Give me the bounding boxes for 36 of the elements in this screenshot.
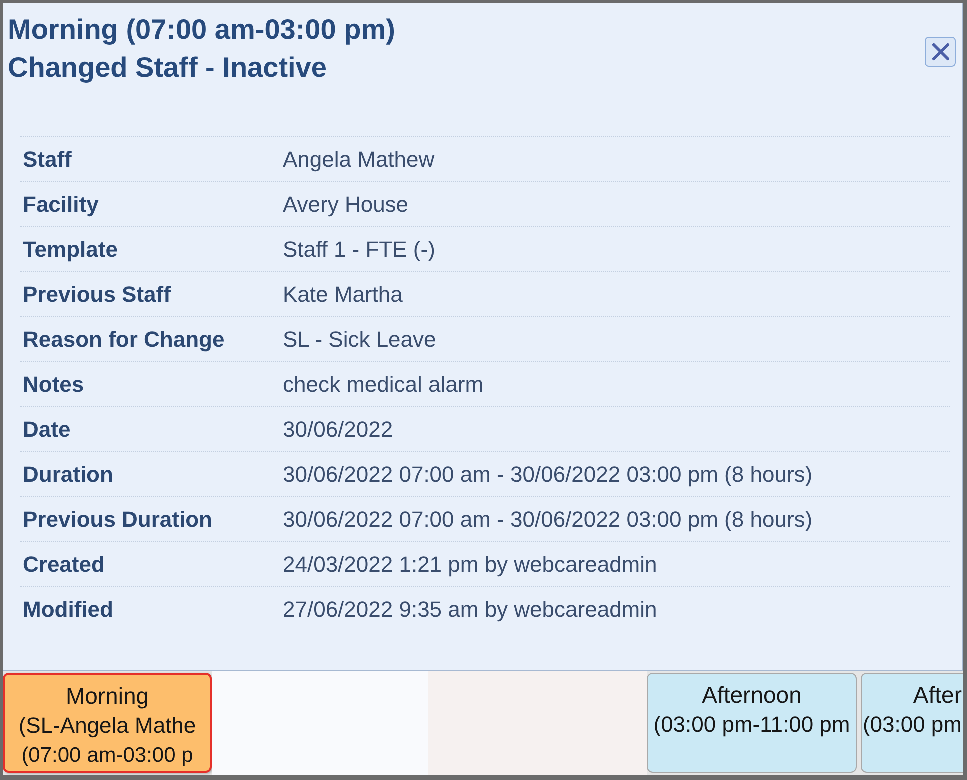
detail-value: 24/03/2022 1:21 pm by webcareadmin xyxy=(283,550,658,579)
detail-value: Angela Mathew xyxy=(283,146,435,174)
shift-detail: (07:00 am-03:00 p xyxy=(22,743,194,769)
detail-label: Notes xyxy=(22,370,86,398)
detail-value: 30/06/2022 07:00 am - 30/06/2022 03:00 pm (8 hours) xyxy=(283,460,813,489)
detail-value: Staff 1 - FTE (-) xyxy=(283,236,436,264)
detail-label: Date xyxy=(22,416,72,444)
detail-label: Previous Staff xyxy=(22,280,172,308)
shift-card[interactable]: Afternoon (03:00 pm-11:00 pm xyxy=(647,673,857,773)
detail-value: check medical alarm xyxy=(283,370,484,398)
detail-value: Kate Martha xyxy=(283,280,403,308)
detail-label: Reason for Change xyxy=(22,326,226,354)
detail-value: SL - Sick Leave xyxy=(283,326,436,354)
shift-title: Morning xyxy=(66,682,150,711)
shift-card[interactable]: Morning (SL-Angela Mathe (07:00 am-03:00 p xyxy=(3,673,212,773)
detail-label: Created xyxy=(22,550,106,578)
detail-label: Staff xyxy=(22,146,73,174)
close-icon xyxy=(930,42,950,62)
detail-label: Duration xyxy=(22,460,114,488)
shift-detail: (SL-Angela Mathe xyxy=(18,712,196,740)
detail-label: Modified xyxy=(22,596,114,624)
detail-label: Template xyxy=(22,236,119,264)
detail-value: 30/06/2022 07:00 am - 30/06/2022 03:00 pm (8 hours) xyxy=(283,506,813,534)
shift-title: Afternoon xyxy=(702,681,802,710)
shift-title: After xyxy=(913,681,962,710)
detail-label: Previous Duration xyxy=(22,506,214,534)
popup-title: Morning (07:00 am-03:00 pm) xyxy=(8,13,396,47)
shift-detail: (03:00 pm-11:00 pm xyxy=(654,711,850,739)
detail-value: 30/06/2022 xyxy=(283,416,394,444)
detail-value: 27/06/2022 9:35 am by webcareadmin xyxy=(283,596,658,624)
close-button[interactable] xyxy=(925,37,956,67)
popup-subtitle: Changed Staff - Inactive xyxy=(8,51,327,85)
detail-label: Facility xyxy=(22,190,100,219)
shift-detail: (03:00 pm xyxy=(862,711,962,739)
detail-value: Avery House xyxy=(283,190,409,219)
shift-card[interactable]: After (03:00 pm xyxy=(861,673,963,773)
